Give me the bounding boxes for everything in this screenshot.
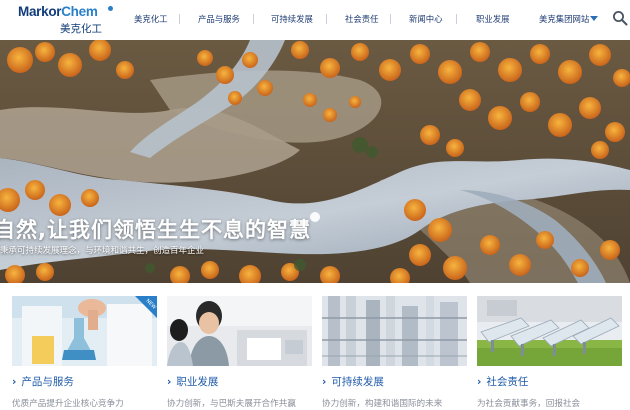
nav-divider: [326, 14, 327, 24]
card-title[interactable]: › 社会责任: [477, 374, 528, 389]
chevron-right-icon: ›: [167, 376, 172, 388]
chevron-right-icon: ›: [477, 376, 482, 388]
nav-item-news-center[interactable]: 新闻中心: [409, 13, 443, 25]
nav-item-products-services[interactable]: 产品与服务: [198, 13, 240, 25]
logo-dot-icon: [108, 6, 113, 11]
card-title-text: 产品与服务: [21, 376, 74, 388]
card-sustainability[interactable]: › 可持续发展 协力创新，构建和谐国际的未来: [322, 296, 467, 410]
card-description: 为社会贡献事务，回报社会: [477, 399, 581, 409]
logo-wordmark-chem: Chem: [61, 4, 98, 19]
card-image-office-staff[interactable]: [167, 296, 312, 366]
hero-subline: 秉承可持续发展理念，与环境和谐共生，创造百年企业: [0, 246, 205, 256]
nav-divider: [253, 14, 254, 24]
nav-divider: [390, 14, 391, 24]
nav-item-careers[interactable]: 职业发展: [476, 13, 510, 25]
card-careers[interactable]: › 职业发展 协力创新，与巴斯夫展开合作共赢: [167, 296, 312, 410]
new-badge-icon: NEW: [135, 296, 157, 318]
hero-banner[interactable]: 自然,让我们领悟生生不息的智慧 秉承可持续发展理念，与环境和谐共生，创造百年企业: [0, 40, 630, 283]
site-header: MarkorChem 美克化工 美克化工 产品与服务 可持续发展 社会责任 新闻…: [0, 0, 630, 40]
card-title[interactable]: › 产品与服务: [12, 374, 74, 389]
chevron-right-icon: ›: [322, 376, 327, 388]
card-description: 优质产品提升企业核心竞争力: [12, 399, 124, 409]
chevron-right-icon: ›: [12, 376, 17, 388]
logo-wordmark-markor: Markor: [18, 4, 62, 19]
logo-chinese-name: 美克化工: [60, 23, 102, 35]
office-staff-photo: [167, 296, 312, 366]
card-image-chemical-plant[interactable]: [322, 296, 467, 366]
card-title-text: 社会责任: [486, 376, 529, 388]
nav-item-markorchem[interactable]: 美克化工: [134, 13, 168, 25]
card-title-text: 职业发展: [176, 376, 219, 388]
markorchem-logo[interactable]: MarkorChem 美克化工: [18, 4, 116, 36]
solar-field-photo: [477, 296, 622, 366]
nav-divider: [456, 14, 457, 24]
card-products-services[interactable]: NEW › 产品与服务 优质产品提升企业核心竞争力: [12, 296, 157, 410]
card-title[interactable]: › 职业发展: [167, 374, 218, 389]
nav-item-social-responsibility[interactable]: 社会责任: [345, 13, 379, 25]
nav-divider: [179, 14, 180, 24]
chemical-plant-photo: [322, 296, 467, 366]
card-title[interactable]: › 可持续发展: [322, 374, 384, 389]
nav-item-sustainability[interactable]: 可持续发展: [271, 13, 313, 25]
card-social-responsibility[interactable]: › 社会责任 为社会贡献事务，回报社会: [477, 296, 622, 410]
card-image-lab-flask[interactable]: NEW: [12, 296, 157, 366]
card-description: 协力创新，构建和谐国际的未来: [322, 399, 443, 409]
hero-headline: 自然,让我们领悟生生不息的智慧: [0, 218, 311, 242]
hero-decor-dot: [310, 212, 320, 222]
logo-wordmark: MarkorChem: [18, 4, 98, 19]
search-icon[interactable]: [612, 10, 628, 26]
card-description: 协力创新，与巴斯夫展开合作共赢: [167, 399, 296, 409]
card-image-solar-field[interactable]: [477, 296, 622, 366]
caret-down-icon[interactable]: [590, 16, 598, 21]
card-title-text: 可持续发展: [331, 376, 384, 388]
group-site-dropdown[interactable]: 美克集团网站: [539, 13, 589, 25]
